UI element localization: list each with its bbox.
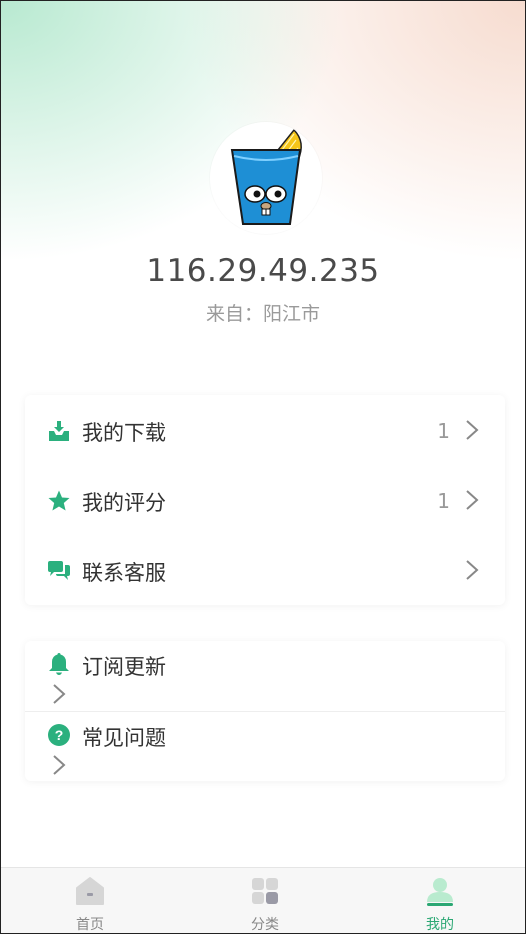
chevron-right-icon bbox=[53, 755, 66, 775]
home-icon bbox=[76, 877, 104, 905]
user-icon bbox=[427, 878, 453, 906]
download-count: 1 bbox=[437, 419, 450, 443]
menu-item-faq[interactable]: ? 常见问题 bbox=[25, 712, 505, 782]
menu-item-ratings[interactable]: 我的评分 1 bbox=[25, 465, 505, 535]
star-icon bbox=[48, 490, 70, 511]
chevron-right-icon bbox=[466, 420, 479, 440]
chevron-right-icon bbox=[53, 684, 66, 704]
ip-address: 116.29.49.235 bbox=[146, 253, 380, 289]
tab-label: 首页 bbox=[76, 917, 104, 933]
menu-item-label: 我的评分 bbox=[82, 491, 166, 515]
category-grid-icon bbox=[252, 878, 278, 904]
svg-text:?: ? bbox=[55, 727, 64, 743]
chevron-right-icon bbox=[466, 560, 479, 580]
menu-item-label: 联系客服 bbox=[82, 561, 166, 585]
tab-categories[interactable]: 分类 bbox=[178, 868, 352, 933]
location-text: 来自：阳江市 bbox=[205, 303, 320, 325]
bell-icon bbox=[49, 653, 69, 675]
download-tray-icon bbox=[49, 421, 69, 441]
avatar[interactable] bbox=[210, 122, 322, 234]
question-circle-icon: ? bbox=[48, 724, 70, 746]
menu-item-contact-support[interactable]: 联系客服 bbox=[25, 535, 505, 605]
tab-home[interactable]: 首页 bbox=[3, 868, 177, 933]
primary-menu-card: 我的下载 1 我的评分 1 联系客服 bbox=[25, 395, 505, 605]
bottom-tab-bar: 首页 分类 我的 bbox=[1, 867, 525, 933]
tab-label: 分类 bbox=[251, 917, 279, 933]
menu-item-label: 订阅更新 bbox=[82, 655, 166, 679]
menu-item-label: 常见问题 bbox=[82, 726, 166, 750]
menu-item-downloads[interactable]: 我的下载 1 bbox=[25, 395, 505, 465]
tab-label: 我的 bbox=[426, 917, 454, 933]
menu-item-label: 我的下载 bbox=[82, 421, 166, 445]
menu-item-subscribe-updates[interactable]: 订阅更新 bbox=[25, 641, 505, 711]
app-frame: 116.29.49.235 来自：阳江市 我的下载 1 我的评分 1 联系客服 … bbox=[0, 0, 526, 934]
gopher-glass-avatar-icon bbox=[210, 122, 322, 234]
chevron-right-icon bbox=[466, 490, 479, 510]
rating-count: 1 bbox=[437, 489, 450, 513]
tab-mine[interactable]: 我的 bbox=[353, 868, 525, 933]
chat-bubbles-icon bbox=[48, 561, 70, 580]
secondary-menu-card: 订阅更新 ? 常见问题 bbox=[25, 641, 505, 781]
